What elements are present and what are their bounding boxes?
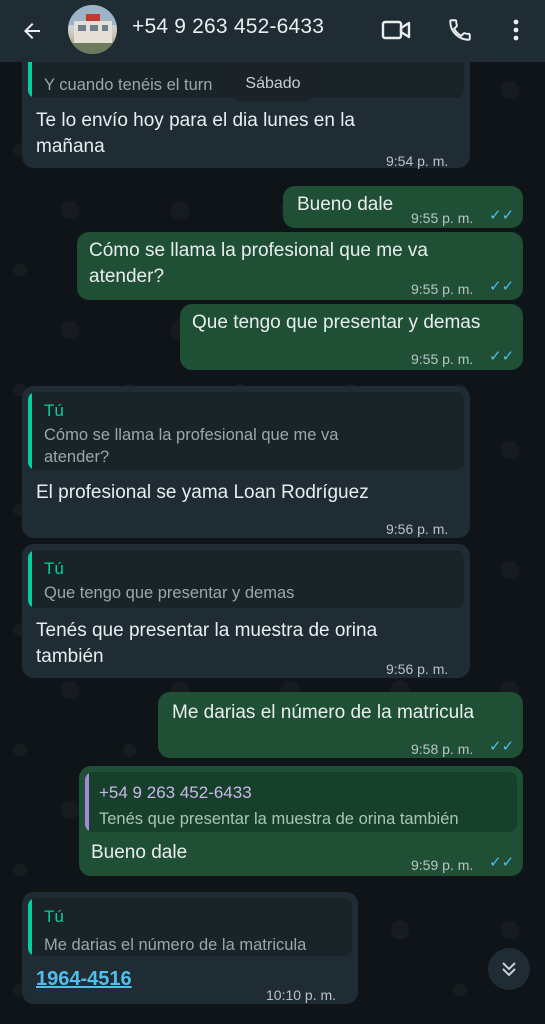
- message-text: Me darias el número de la matricula: [172, 702, 475, 723]
- more-vert-icon: [513, 19, 519, 41]
- chat-header: +54 9 263 452-6433: [0, 0, 545, 62]
- phone-icon: [449, 19, 471, 41]
- message-time: 9:56 p. m.: [386, 521, 449, 537]
- quote-author: +54 9 263 452-6433: [99, 783, 252, 802]
- message-time: 9:55 p. m.: [411, 281, 474, 297]
- quote-author: Tú: [44, 907, 64, 926]
- quote-accent-bar: [28, 898, 32, 956]
- date-chip: Sábado: [233, 67, 313, 101]
- quoted-message[interactable]: Tú Me darias el número de la matricula: [28, 898, 352, 956]
- voice-call-button[interactable]: [442, 12, 478, 48]
- read-receipt-icon: ✓✓: [489, 738, 515, 755]
- message-line: Cómo se llama la profesional que me va: [89, 240, 429, 261]
- avatar-image: [68, 5, 117, 54]
- quoted-message[interactable]: +54 9 263 452-6433 Tenés que presentar l…: [85, 772, 517, 832]
- quote-text: Tenés que presentar la muestra de orina …: [99, 810, 459, 828]
- message-line: atender?: [89, 266, 165, 287]
- video-call-button[interactable]: [378, 12, 414, 48]
- message-incoming[interactable]: Tú Que tengo que presentar y demas Tenés…: [22, 544, 470, 678]
- message-time: 10:10 p. m.: [266, 987, 337, 1003]
- quote-text: Y cuando tenéis el turn: [44, 76, 213, 94]
- back-arrow-icon: [24, 23, 40, 39]
- phone-number-link[interactable]: 1964-4516: [36, 966, 132, 992]
- message-text: Bueno dale: [91, 842, 188, 863]
- message-text: Tenés que presentar la muestra de orina …: [36, 618, 377, 670]
- read-receipt-icon: ✓✓: [489, 348, 515, 365]
- video-call-icon: [381, 20, 411, 40]
- scroll-to-bottom-button[interactable]: [488, 948, 530, 990]
- quote-accent-bar: [85, 772, 89, 832]
- quote-author: Tú: [44, 559, 64, 578]
- message-line: Te lo envío hoy para el dia lunes en la: [36, 110, 355, 131]
- read-receipt-icon: ✓✓: [489, 854, 515, 871]
- message-time: 9:56 p. m.: [386, 661, 449, 677]
- message-time: 9:55 p. m.: [411, 210, 474, 226]
- message-line: mañana: [36, 136, 105, 157]
- quote-accent-bar: [28, 392, 32, 470]
- message-text: Te lo envío hoy para el dia lunes en la …: [36, 108, 355, 160]
- contact-avatar[interactable]: [68, 5, 117, 54]
- message-text: Cómo se llama la profesional que me va a…: [89, 238, 428, 290]
- more-options-button[interactable]: [498, 12, 534, 48]
- message-time: 9:54 p. m.: [386, 153, 449, 169]
- message-outgoing[interactable]: Que tengo que presentar y demas 9:55 p. …: [180, 304, 523, 370]
- message-time: 9:59 p. m.: [411, 857, 474, 873]
- message-outgoing[interactable]: Me darias el número de la matricula 9:58…: [158, 692, 523, 758]
- quote-text: Cómo se llama la profesional que me va a…: [44, 424, 338, 468]
- message-incoming[interactable]: Y cuando tenéis el turn Te lo envío hoy …: [22, 48, 470, 169]
- message-incoming[interactable]: Tú Cómo se llama la profesional que me v…: [22, 386, 470, 538]
- message-text: El profesional se yama Loan Rodríguez: [36, 482, 369, 503]
- quoted-message[interactable]: Tú Cómo se llama la profesional que me v…: [28, 392, 464, 470]
- quote-text: Me darias el número de la matricula: [44, 936, 307, 954]
- quote-line: Cómo se llama la profesional que me va: [44, 426, 339, 444]
- quote-accent-bar: [28, 550, 32, 608]
- message-outgoing[interactable]: Cómo se llama la profesional que me va a…: [77, 232, 523, 300]
- message-time: 9:58 p. m.: [411, 741, 474, 757]
- quote-line: atender?: [44, 448, 110, 466]
- double-chevron-down-icon: [502, 962, 516, 977]
- message-text: Que tengo que presentar y demas: [192, 312, 481, 333]
- contact-name[interactable]: +54 9 263 452-6433: [132, 15, 324, 39]
- read-receipt-icon: ✓✓: [489, 207, 515, 224]
- message-outgoing[interactable]: +54 9 263 452-6433 Tenés que presentar l…: [79, 766, 523, 876]
- message-line: también: [36, 646, 104, 667]
- message-text: Bueno dale: [297, 194, 394, 215]
- message-line: Tenés que presentar la muestra de orina: [36, 620, 378, 641]
- message-outgoing[interactable]: Bueno dale 9:55 p. m. ✓✓: [283, 186, 523, 228]
- back-button[interactable]: [14, 14, 50, 48]
- quoted-message[interactable]: Tú Que tengo que presentar y demas: [28, 550, 464, 608]
- message-incoming[interactable]: Tú Me darias el número de la matricula 1…: [22, 892, 358, 1004]
- quote-author: Tú: [44, 401, 64, 420]
- quote-text: Que tengo que presentar y demas: [44, 584, 295, 602]
- read-receipt-icon: ✓✓: [489, 278, 515, 295]
- message-time: 9:55 p. m.: [411, 351, 474, 367]
